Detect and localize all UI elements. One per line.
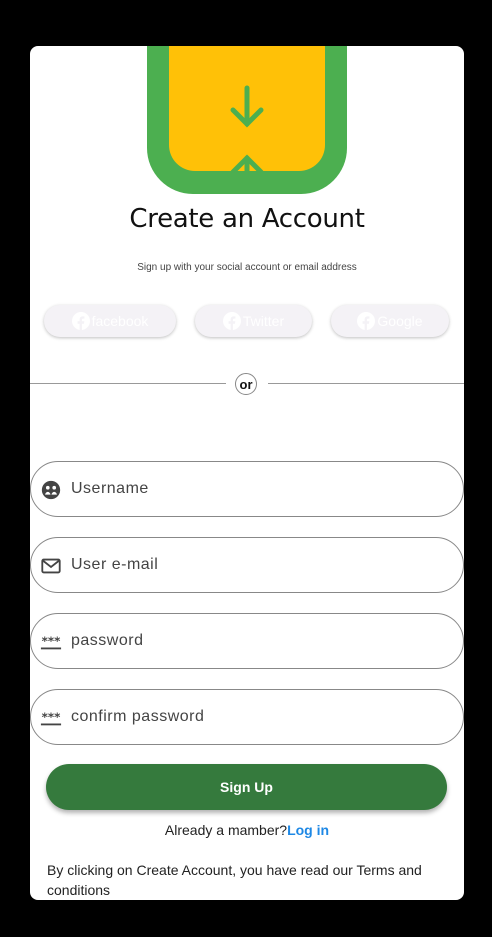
divider-right [268, 383, 464, 384]
email-input[interactable] [71, 538, 451, 592]
password-field[interactable]: *** [30, 613, 464, 669]
facebook-icon [222, 312, 241, 330]
already-member-text: Already a mamber? [164, 822, 288, 838]
confirm-password-input[interactable] [71, 690, 451, 744]
svg-text:***: *** [42, 634, 61, 648]
sign-up-button[interactable]: Sign Up [46, 764, 447, 810]
user-group-icon [41, 480, 61, 500]
divider-left [30, 383, 226, 384]
username-field[interactable] [30, 461, 464, 517]
mail-icon [41, 558, 61, 574]
password-icon: *** [40, 710, 62, 726]
password-icon: *** [40, 634, 62, 650]
google-button[interactable]: Google [331, 305, 449, 337]
password-input[interactable] [71, 614, 451, 668]
twitter-button[interactable]: Twitter [195, 305, 312, 337]
logo-inner [169, 46, 325, 171]
app-logo [147, 46, 347, 194]
username-input[interactable] [71, 462, 451, 516]
page-subtitle: Sign up with your social account or emai… [137, 262, 357, 273]
signup-card: Create an Account Sign up with your soci… [30, 46, 464, 900]
facebook-icon [357, 312, 376, 330]
facebook-label: facebook [91, 313, 149, 329]
twitter-label: Twitter [242, 313, 285, 329]
login-link[interactable]: Log in [287, 822, 329, 838]
or-divider: or [235, 373, 257, 395]
page-title: Create an Account [129, 204, 365, 234]
arrow-up-icon [230, 154, 264, 171]
svg-text:***: *** [42, 710, 61, 724]
terms-text: By clicking on Create Account, you have … [47, 862, 422, 898]
confirm-password-field[interactable]: *** [30, 689, 464, 745]
google-label: Google [377, 313, 423, 329]
email-field[interactable] [30, 537, 464, 593]
facebook-button[interactable]: facebook [44, 305, 176, 337]
login-prompt: Already a mamber?Log in [30, 822, 464, 838]
facebook-icon [71, 312, 90, 330]
